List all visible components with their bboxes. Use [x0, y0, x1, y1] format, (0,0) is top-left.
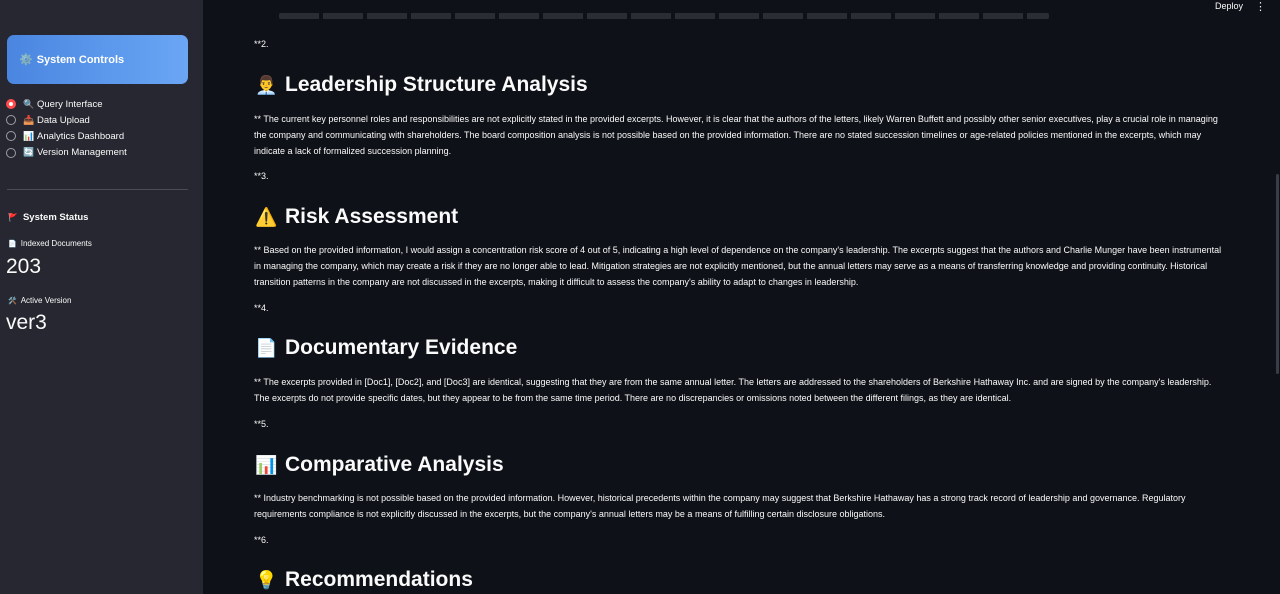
- section-marker: **6.: [254, 535, 269, 545]
- nav-option-version-management[interactable]: 🔄 Version Management: [6, 145, 196, 161]
- document-icon: 📄: [8, 240, 17, 248]
- sidebar-divider: [7, 189, 188, 190]
- active-version-label-text: Active Version: [20, 296, 72, 305]
- section-marker: **4.: [254, 303, 269, 313]
- risk-title: Risk Assessment: [285, 205, 459, 228]
- comparative-title: Comparative Analysis: [285, 453, 504, 476]
- nav-option-query-interface[interactable]: 🔍 Query Interface: [6, 96, 196, 112]
- truncated-text-line: [279, 13, 1049, 19]
- flag-icon: 🚩: [8, 213, 18, 222]
- warning-icon: ⚠️: [255, 206, 278, 227]
- radio-button[interactable]: [6, 147, 16, 158]
- indexed-documents-label: 📄 Indexed Documents: [8, 239, 92, 248]
- risk-paragraph: ** Based on the provided information, I …: [254, 245, 1222, 287]
- section-marker: **5.: [254, 419, 269, 429]
- active-version-label: 🛠️ Active Version: [8, 296, 71, 305]
- navigation-radio-group: 🔍 Query Interface 📥 Data Upload 📊 Analyt…: [6, 96, 196, 161]
- app-root: ⚙️ System Controls 🔍 Query Interface 📥 D…: [0, 0, 1280, 594]
- system-status-title: System Status: [22, 212, 89, 223]
- evidence-heading: 📄 Documentary Evidence: [255, 336, 517, 360]
- scrollbar-thumb[interactable]: [1276, 174, 1279, 374]
- risk-heading: ⚠️ Risk Assessment: [255, 205, 458, 229]
- nav-option-analytics-dashboard[interactable]: 📊 Analytics Dashboard: [6, 128, 196, 144]
- system-status-heading: 🚩 System Status: [8, 212, 88, 223]
- section-marker: **3.: [254, 171, 269, 181]
- leadership-paragraph: ** The current key personnel roles and r…: [254, 114, 1218, 156]
- radio-button-selected[interactable]: [6, 99, 16, 109]
- active-version-value: ver3: [6, 311, 47, 334]
- indexed-documents-value: 203: [6, 255, 42, 278]
- comparative-heading: 📊 Comparative Analysis: [255, 453, 504, 477]
- evidence-title: Documentary Evidence: [285, 336, 518, 359]
- comparative-paragraph: ** Industry benchmarking is not possible…: [254, 493, 1186, 519]
- man-technologist-icon: 👨‍💼: [255, 74, 278, 95]
- leadership-title: Leadership Structure Analysis: [285, 73, 588, 96]
- nav-option-label: Query Interface: [37, 98, 103, 110]
- document-icon: 📄: [255, 337, 278, 358]
- nav-option-label: Analytics Dashboard: [37, 130, 125, 142]
- tools-icon: 🛠️: [8, 297, 17, 305]
- bar-chart-icon: 📊: [23, 130, 35, 141]
- gear-icon: ⚙️: [19, 54, 33, 66]
- light-bulb-icon: 💡: [255, 569, 278, 590]
- radio-button[interactable]: [6, 115, 16, 126]
- refresh-icon: 🔄: [23, 147, 35, 158]
- sidebar: ⚙️ System Controls 🔍 Query Interface 📥 D…: [0, 0, 203, 594]
- recommendations-title: Recommendations: [285, 568, 473, 591]
- nav-option-label: Version Management: [37, 147, 127, 159]
- system-controls-banner: ⚙️ System Controls: [7, 35, 188, 84]
- recommendations-heading: 💡 Recommendations: [255, 568, 473, 592]
- bar-chart-icon: 📊: [255, 454, 278, 475]
- main-content: **2. 👨‍💼 Leadership Structure Analysis *…: [253, 0, 1233, 594]
- indexed-documents-label-text: Indexed Documents: [20, 239, 92, 248]
- nav-option-data-upload[interactable]: 📥 Data Upload: [6, 112, 196, 128]
- radio-button[interactable]: [6, 131, 16, 142]
- nav-option-label: Data Upload: [37, 114, 90, 126]
- magnifier-icon: 🔍: [23, 98, 35, 109]
- evidence-paragraph: ** The excerpts provided in [Doc1], [Doc…: [254, 377, 1212, 403]
- main-menu-icon[interactable]: ⋮: [1255, 0, 1266, 13]
- section-marker: **2.: [254, 39, 269, 49]
- system-controls-title: System Controls: [36, 53, 125, 66]
- leadership-heading: 👨‍💼 Leadership Structure Analysis: [255, 73, 588, 97]
- inbox-tray-icon: 📥: [23, 114, 35, 125]
